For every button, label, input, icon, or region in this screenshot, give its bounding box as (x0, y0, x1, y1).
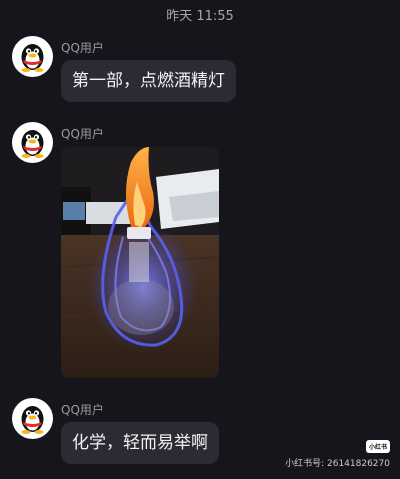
penguin-icon (21, 130, 44, 158)
alcohol-lamp-flame-photo (61, 147, 219, 378)
xiaohongshu-watermark: 小红书 小红书号: 26141826270 (285, 440, 390, 469)
penguin-icon (21, 406, 44, 434)
xiaohongshu-logo: 小红书 (365, 440, 390, 453)
chat-image-message[interactable] (61, 147, 219, 378)
qq-penguin-avatar[interactable] (12, 122, 53, 163)
message-bubble[interactable]: 第一部，点燃酒精灯 (61, 60, 236, 102)
qq-penguin-avatar[interactable] (12, 36, 53, 77)
watermark-id: 小红书号: 26141826270 (285, 459, 390, 469)
sender-name: QQ用户 (61, 403, 104, 417)
message-bubble[interactable]: 化学，轻而易举啊 (61, 422, 219, 464)
chat-timestamp: 昨天 11:55 (166, 9, 234, 24)
sender-name: QQ用户 (61, 127, 104, 141)
penguin-icon (21, 44, 44, 72)
qq-penguin-avatar[interactable] (12, 398, 53, 439)
sender-name: QQ用户 (61, 41, 104, 55)
